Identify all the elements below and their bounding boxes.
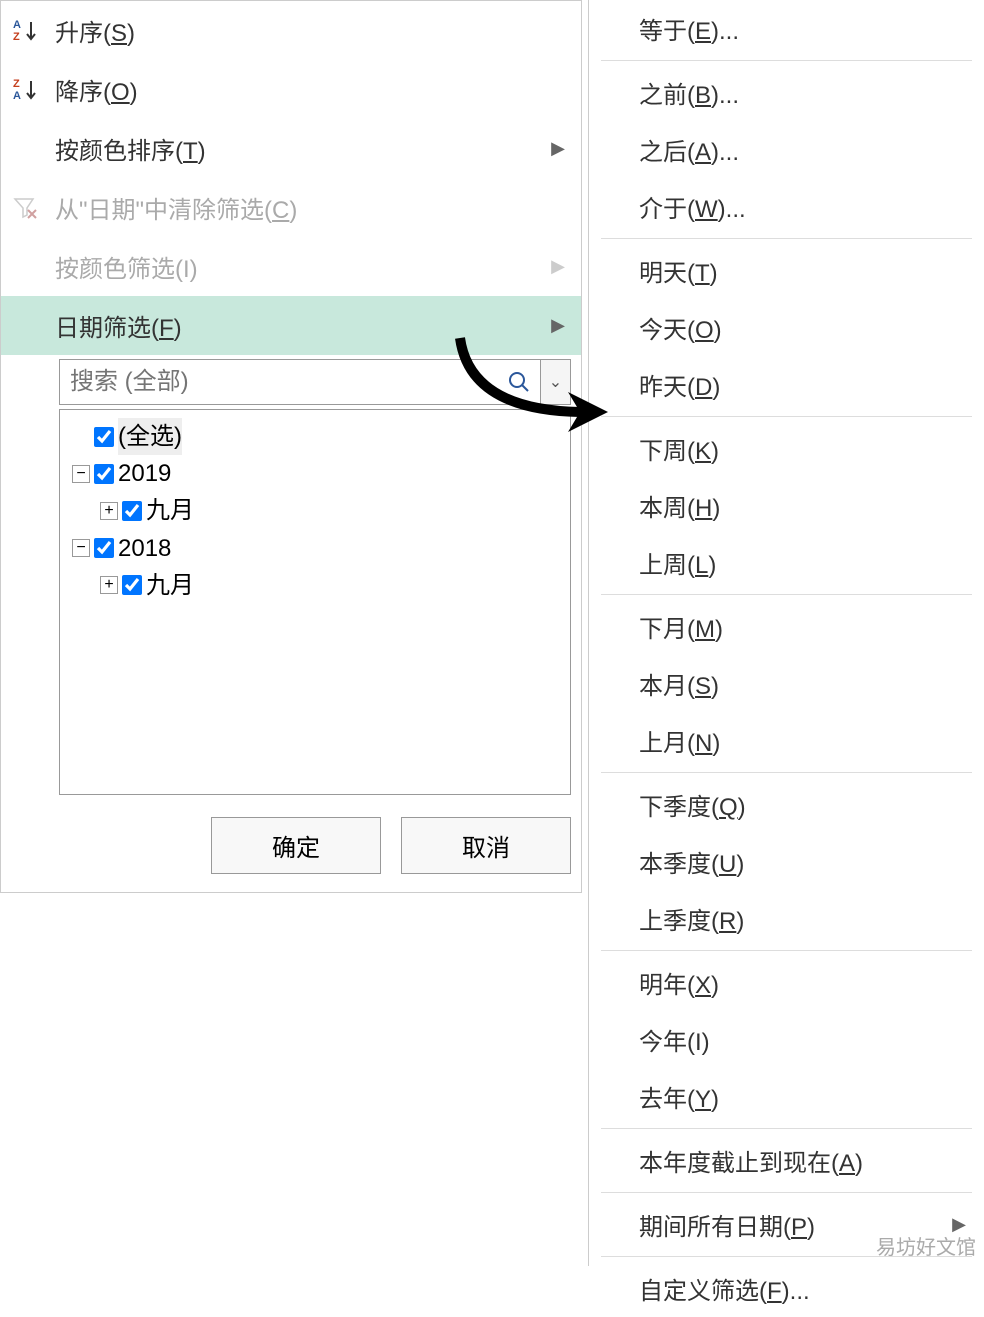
tree-month-label: 九月 — [146, 567, 194, 604]
date-filter-label: 日期筛选(F) — [55, 308, 551, 343]
tree-month-label: 九月 — [146, 492, 194, 529]
clear-filter-icon — [13, 195, 55, 221]
filter-last-month[interactable]: 上月(N) — [589, 712, 984, 769]
filter-this-week[interactable]: 本周(H) — [589, 477, 984, 534]
sort-descending[interactable]: Z A 降序(O) — [1, 60, 581, 119]
collapse-icon[interactable]: − — [72, 539, 90, 557]
filter-next-month[interactable]: 下月(M) — [589, 598, 984, 655]
filter-dropdown-panel: A Z 升序(S) Z A 降序(O) 按颜色排序(T) ▶ 从"日 — [0, 0, 582, 893]
ok-button[interactable]: 确定 — [211, 817, 381, 874]
submenu-arrow-icon: ▶ — [551, 138, 565, 159]
svg-text:A: A — [13, 90, 21, 102]
sort-desc-icon: Z A — [13, 77, 55, 103]
filter-tomorrow[interactable]: 明天(T) — [589, 242, 984, 299]
filter-last-year[interactable]: 去年(Y) — [589, 1068, 984, 1125]
filter-between[interactable]: 介于(W)... — [589, 178, 984, 235]
filter-today[interactable]: 今天(O) — [589, 299, 984, 356]
tree-year-label: 2019 — [118, 455, 171, 492]
filter-ytd[interactable]: 本年度截止到现在(A) — [589, 1132, 984, 1189]
select-all-label: (全选) — [118, 418, 182, 455]
svg-text:A: A — [13, 19, 21, 31]
filter-yesterday[interactable]: 昨天(D) — [589, 356, 984, 413]
tree-month[interactable]: + 九月 — [66, 567, 564, 604]
month-checkbox[interactable] — [122, 501, 142, 521]
sort-by-color[interactable]: 按颜色排序(T) ▶ — [1, 119, 581, 178]
collapse-icon[interactable]: − — [72, 465, 90, 483]
tree-year-2019[interactable]: − 2019 — [66, 455, 564, 492]
separator — [601, 416, 972, 417]
filter-next-week[interactable]: 下周(K) — [589, 420, 984, 477]
search-row: ⌄ — [59, 359, 571, 405]
separator — [601, 772, 972, 773]
separator — [601, 950, 972, 951]
cancel-button[interactable]: 取消 — [401, 817, 571, 874]
select-all-checkbox[interactable] — [94, 427, 114, 447]
svg-text:Z: Z — [13, 31, 20, 43]
clear-filter: 从"日期"中清除筛选(C) — [1, 178, 581, 237]
filter-next-quarter[interactable]: 下季度(Q) — [589, 776, 984, 833]
sort-asc-icon: A Z — [13, 18, 55, 44]
sort-by-color-label: 按颜色排序(T) — [55, 131, 551, 166]
sort-asc-label: 升序(S) — [55, 13, 573, 48]
filter-custom[interactable]: 自定义筛选(F)... — [589, 1260, 984, 1317]
filter-last-week[interactable]: 上周(L) — [589, 534, 984, 591]
separator — [601, 60, 972, 61]
tree-year-2018[interactable]: − 2018 — [66, 530, 564, 567]
submenu-arrow-icon: ▶ — [551, 315, 565, 336]
tree-month[interactable]: + 九月 — [66, 492, 564, 529]
sort-ascending[interactable]: A Z 升序(S) — [1, 1, 581, 60]
separator — [601, 238, 972, 239]
filter-by-color: 按颜色筛选(I) ▶ — [1, 237, 581, 296]
filter-by-color-label: 按颜色筛选(I) — [55, 249, 551, 284]
separator — [601, 1192, 972, 1193]
filter-next-year[interactable]: 明年(X) — [589, 954, 984, 1011]
separator — [601, 594, 972, 595]
clear-filter-label: 从"日期"中清除筛选(C) — [55, 190, 573, 225]
filter-before[interactable]: 之前(B)... — [589, 64, 984, 121]
separator — [601, 1128, 972, 1129]
sort-desc-label: 降序(O) — [55, 72, 573, 107]
expand-icon[interactable]: + — [100, 502, 118, 520]
expand-icon[interactable]: + — [100, 576, 118, 594]
filter-this-month[interactable]: 本月(S) — [589, 655, 984, 712]
button-row: 确定 取消 — [1, 803, 581, 892]
svg-text:Z: Z — [13, 78, 20, 90]
search-dropdown-icon[interactable]: ⌄ — [540, 360, 570, 404]
submenu-arrow-icon: ▶ — [551, 256, 565, 277]
tree-year-label: 2018 — [118, 530, 171, 567]
filter-after[interactable]: 之后(A)... — [589, 121, 984, 178]
filter-tree: (全选) − 2019 + 九月 − 2018 + 九月 — [59, 409, 571, 795]
filter-last-quarter[interactable]: 上季度(R) — [589, 890, 984, 947]
filter-equals[interactable]: 等于(E)... — [589, 0, 984, 57]
date-filter[interactable]: 日期筛选(F) ▶ — [1, 296, 581, 355]
filter-this-year[interactable]: 今年(I) — [589, 1011, 984, 1068]
year-checkbox[interactable] — [94, 538, 114, 558]
filter-this-quarter[interactable]: 本季度(U) — [589, 833, 984, 890]
year-checkbox[interactable] — [94, 464, 114, 484]
month-checkbox[interactable] — [122, 575, 142, 595]
date-filter-submenu: 等于(E)... 之前(B)... 之后(A)... 介于(W)... 明天(T… — [588, 0, 984, 1266]
search-icon[interactable] — [498, 360, 540, 404]
tree-select-all[interactable]: (全选) — [66, 418, 564, 455]
search-input[interactable] — [60, 360, 498, 404]
watermark: 易坊好文馆 — [876, 1231, 976, 1260]
